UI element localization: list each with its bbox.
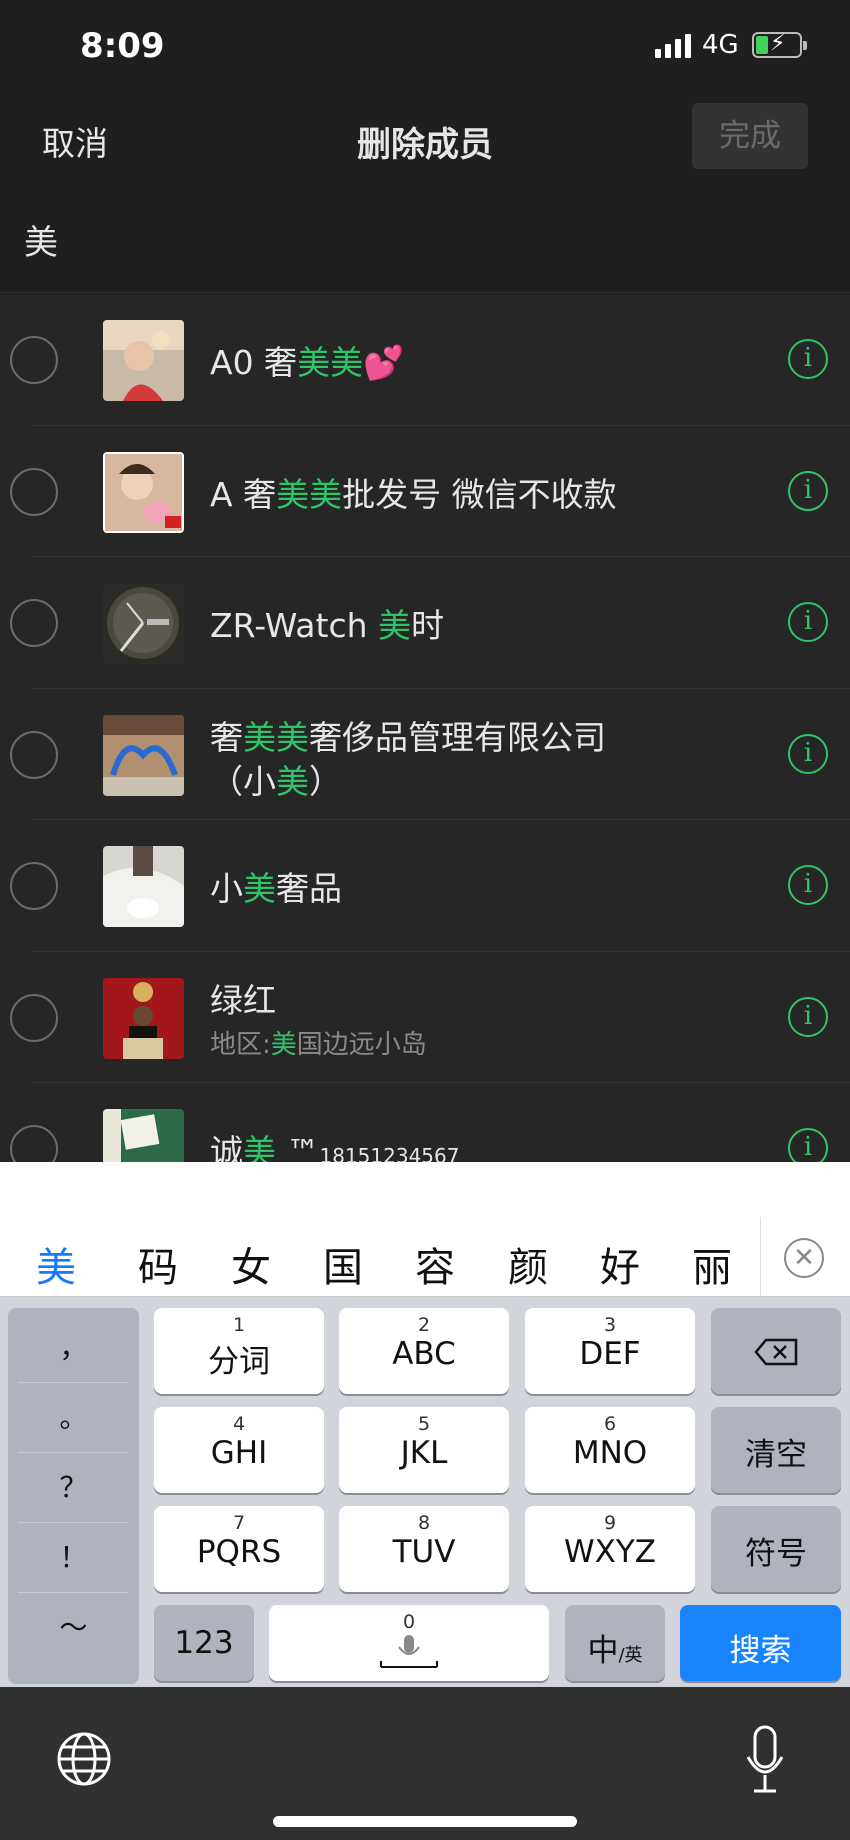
contact-row[interactable]: 绿红 地区:美国边远小岛 i [0, 952, 850, 1083]
status-time: 8:09 [80, 26, 165, 66]
candidate-bar: 美 码 女 国 容 颜 好 丽 ✕ [0, 1162, 850, 1297]
info-icon[interactable]: i [788, 470, 828, 511]
search-bar[interactable]: 美 [0, 183, 850, 293]
backspace-icon [754, 1338, 798, 1366]
candidate-word[interactable]: 好 [600, 1235, 640, 1293]
avatar [103, 320, 184, 401]
home-indicator[interactable] [273, 1816, 577, 1827]
avatar [103, 1109, 184, 1162]
key-4[interactable]: 4 GHI [154, 1407, 324, 1493]
info-icon[interactable]: i [788, 865, 828, 905]
keyboard-bottom-bar [0, 1687, 850, 1840]
key-2[interactable]: 2 ABC [339, 1308, 509, 1394]
candidate-word[interactable]: 码 [138, 1235, 178, 1293]
microphone-icon[interactable] [746, 1725, 784, 1797]
contact-row[interactable]: 小美奢品 i [0, 820, 850, 952]
key-5[interactable]: 5 JKL [339, 1407, 509, 1493]
key-3[interactable]: 3 DEF [525, 1308, 695, 1394]
contact-list[interactable]: A0 奢美美💕 i A 奢美美批发号 微信不收款 i ZR-Watch 美时 i… [0, 294, 850, 1162]
info-icon[interactable]: i [788, 1128, 828, 1162]
contact-name: 诚美 ™18151234567 [210, 1132, 460, 1162]
key-9[interactable]: 9 WXYZ [525, 1506, 695, 1592]
done-button[interactable]: 完成 [692, 103, 808, 169]
contact-name: A 奢美美批发号 微信不收款 [210, 474, 617, 514]
nav-bar: 取消 删除成员 完成 [0, 95, 850, 183]
punct-key[interactable]: ， [8, 1326, 139, 1366]
punct-key[interactable]: 。 [8, 1396, 139, 1436]
contact-region: 地区:美国边远小岛 [210, 1029, 427, 1060]
key-8[interactable]: 8 TUV [339, 1506, 509, 1592]
avatar [103, 846, 184, 927]
candidate-word[interactable]: 容 [415, 1235, 455, 1293]
avatar [103, 451, 184, 533]
contact-row[interactable]: A0 奢美美💕 i [0, 294, 850, 426]
symbols-key[interactable]: 符号 [711, 1506, 841, 1592]
search-input[interactable]: 美 [24, 215, 58, 264]
avatar [103, 977, 184, 1059]
status-bar: 8:09 4G ⚡ [0, 0, 850, 95]
candidate-word[interactable]: 美 [36, 1235, 76, 1293]
contact-name: 绿红 [210, 980, 276, 1020]
space-key[interactable]: 0 [269, 1605, 549, 1681]
signal-icon [655, 34, 691, 58]
punct-key[interactable]: ！ [8, 1536, 139, 1576]
info-icon[interactable]: i [788, 733, 828, 774]
network-type: 4G [702, 30, 739, 60]
candidate-word[interactable]: 女 [231, 1235, 271, 1293]
contact-row[interactable]: A 奢美美批发号 微信不收款 i [0, 426, 850, 557]
contact-row[interactable]: ZR-Watch 美时 i [0, 557, 850, 689]
select-radio[interactable] [10, 1125, 58, 1162]
candidate-word[interactable]: 丽 [692, 1235, 732, 1293]
key-1[interactable]: 1 分词 [154, 1308, 324, 1394]
backspace-key[interactable] [711, 1308, 841, 1394]
select-radio[interactable] [10, 993, 58, 1042]
key-6[interactable]: 6 MNO [525, 1407, 695, 1493]
globe-icon[interactable] [56, 1731, 112, 1787]
keyboard: 美 码 女 国 容 颜 好 丽 ✕ ， 。 ？ ！ ～ 1 分词 2 ABC 3 DE… [0, 1162, 850, 1687]
battery-icon: ⚡ [752, 31, 807, 58]
select-radio[interactable] [10, 730, 58, 779]
candidate-word[interactable]: 国 [323, 1235, 363, 1293]
close-candidates-icon[interactable]: ✕ [784, 1238, 824, 1278]
search-key[interactable]: 搜索 [680, 1605, 841, 1681]
select-radio[interactable] [10, 599, 58, 647]
key-7[interactable]: 7 PQRS [154, 1506, 324, 1592]
contact-row[interactable]: 奢美美奢侈品管理有限公司 （小美） i [0, 689, 850, 820]
select-radio[interactable] [10, 336, 58, 384]
contact-name: A0 奢美美💕 [210, 343, 405, 382]
select-radio[interactable] [10, 862, 58, 910]
contact-name: 奢美美奢侈品管理有限公司 [210, 717, 606, 757]
language-key[interactable]: 中/英 [565, 1605, 665, 1681]
select-radio[interactable] [10, 467, 58, 516]
info-icon[interactable]: i [788, 339, 828, 379]
info-icon[interactable]: i [788, 996, 828, 1037]
info-icon[interactable]: i [788, 602, 828, 642]
contact-name: 小美奢品 [210, 869, 342, 908]
punctuation-column[interactable]: ， 。 ？ ！ ～ [8, 1308, 139, 1684]
avatar [103, 714, 184, 796]
avatar [103, 583, 184, 664]
numbers-key[interactable]: 123 [154, 1605, 254, 1681]
mic-small-icon [380, 1635, 438, 1668]
contact-name: ZR-Watch 美时 [210, 606, 444, 645]
contact-row[interactable]: 诚美 ™18151234567 i [0, 1083, 850, 1162]
candidate-word[interactable]: 颜 [508, 1235, 548, 1293]
contact-name-line2: （小美） [210, 761, 342, 801]
punct-key[interactable]: ？ [8, 1466, 139, 1506]
clear-key[interactable]: 清空 [711, 1407, 841, 1493]
punct-key[interactable]: ～ [8, 1606, 139, 1646]
